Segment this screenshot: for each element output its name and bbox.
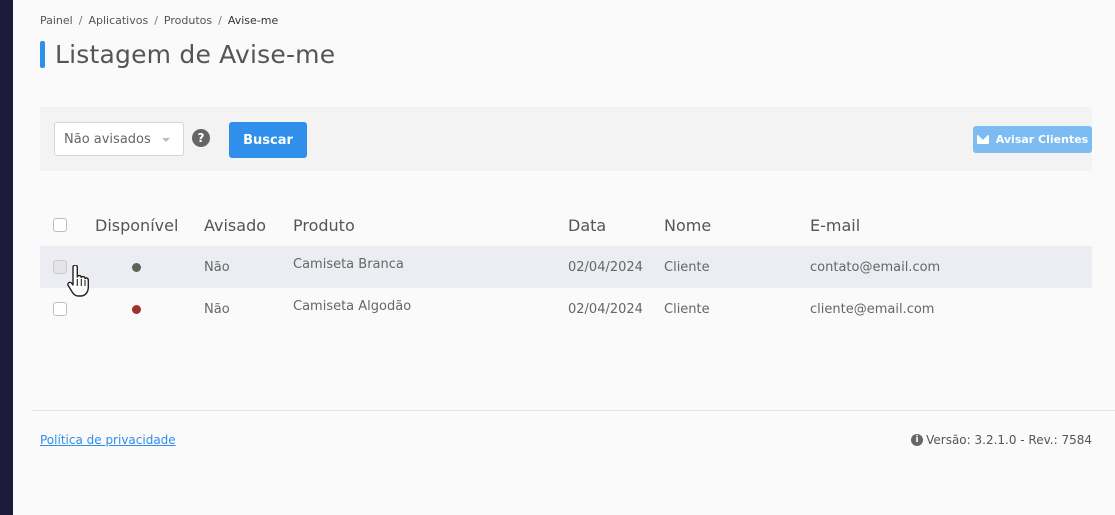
hand-pointer-cursor-icon: [67, 265, 89, 297]
notify-clients-label: Avisar Clientes: [995, 133, 1089, 146]
avisado-value: Não: [204, 259, 230, 275]
breadcrumb-item-produtos[interactable]: Produtos: [164, 14, 212, 27]
main-content: Painel / Aplicativos / Produtos / Avise-…: [13, 0, 1115, 515]
header-avisado[interactable]: Avisado: [204, 204, 266, 246]
product-name: Camiseta Algodão: [293, 299, 412, 314]
availability-status-dot: [132, 262, 141, 272]
page-title: Listagem de Avise-me: [55, 39, 336, 69]
left-sidebar-strip: [0, 0, 13, 515]
status-filter-select[interactable]: Não avisados: [54, 122, 184, 156]
privacy-policy-link[interactable]: Política de privacidade: [40, 433, 176, 447]
chevron-down-icon: [162, 138, 170, 142]
product-name: Camiseta Branca: [293, 257, 404, 272]
customer-name: Cliente: [664, 301, 710, 317]
date-value: 02/04/2024: [568, 301, 643, 317]
avisado-value: Não: [204, 301, 230, 317]
envelope-icon: [976, 135, 989, 144]
select-all-checkbox[interactable]: [53, 218, 67, 232]
breadcrumb-separator: /: [218, 14, 222, 27]
customer-name: Cliente: [664, 259, 710, 275]
select-all-cell: [53, 204, 67, 246]
page-title-wrap: Listagem de Avise-me: [40, 39, 336, 69]
header-email[interactable]: E-mail: [810, 204, 860, 246]
info-icon: i: [911, 434, 924, 446]
availability-cell: [95, 246, 178, 288]
row-checkbox[interactable]: [53, 302, 67, 316]
status-filter-value: Não avisados: [64, 131, 151, 147]
header-produto[interactable]: Produto: [293, 204, 355, 246]
notify-table: Disponível Avisado Produto Data Nome E-m…: [40, 204, 1092, 330]
breadcrumb-item-aplicativos[interactable]: Aplicativos: [88, 14, 148, 27]
version-text: Versão: 3.2.1.0 - Rev.: 7584: [926, 433, 1092, 447]
table-row[interactable]: Não Camiseta Branca 02/04/2024 Cliente c…: [40, 246, 1092, 288]
availability-status-dot: [132, 304, 141, 314]
search-button-label: Buscar: [243, 132, 293, 148]
breadcrumb-separator: /: [78, 14, 83, 27]
header-nome[interactable]: Nome: [664, 204, 711, 246]
row-select-cell: [53, 288, 67, 330]
date-value: 02/04/2024: [568, 259, 643, 275]
customer-email: cliente@email.com: [810, 301, 935, 317]
help-icon-glyph: ?: [197, 131, 205, 145]
search-button[interactable]: Buscar: [229, 122, 307, 158]
breadcrumb-item-painel[interactable]: Painel: [40, 14, 73, 27]
table-row[interactable]: Não Camiseta Algodão 02/04/2024 Cliente …: [40, 288, 1092, 330]
filter-panel: Não avisados ? Buscar Avisar Clientes: [40, 107, 1092, 171]
row-select-cell: [53, 246, 67, 288]
footer-divider: [32, 410, 1115, 411]
help-icon[interactable]: ?: [192, 129, 210, 147]
notify-clients-button[interactable]: Avisar Clientes: [973, 126, 1092, 153]
customer-email: contato@email.com: [810, 259, 941, 275]
table-header-row: Disponível Avisado Produto Data Nome E-m…: [40, 204, 1092, 246]
version-info: i Versão: 3.2.1.0 - Rev.: 7584: [911, 433, 1092, 447]
availability-cell: [95, 288, 178, 330]
header-disponivel[interactable]: Disponível: [95, 204, 178, 246]
breadcrumb-item-current: Avise-me: [227, 14, 279, 27]
header-data[interactable]: Data: [568, 204, 606, 246]
breadcrumb-separator: /: [154, 14, 158, 27]
breadcrumb: Painel / Aplicativos / Produtos / Avise-…: [40, 14, 278, 27]
row-checkbox[interactable]: [53, 260, 67, 274]
title-accent-bar: [40, 40, 45, 68]
